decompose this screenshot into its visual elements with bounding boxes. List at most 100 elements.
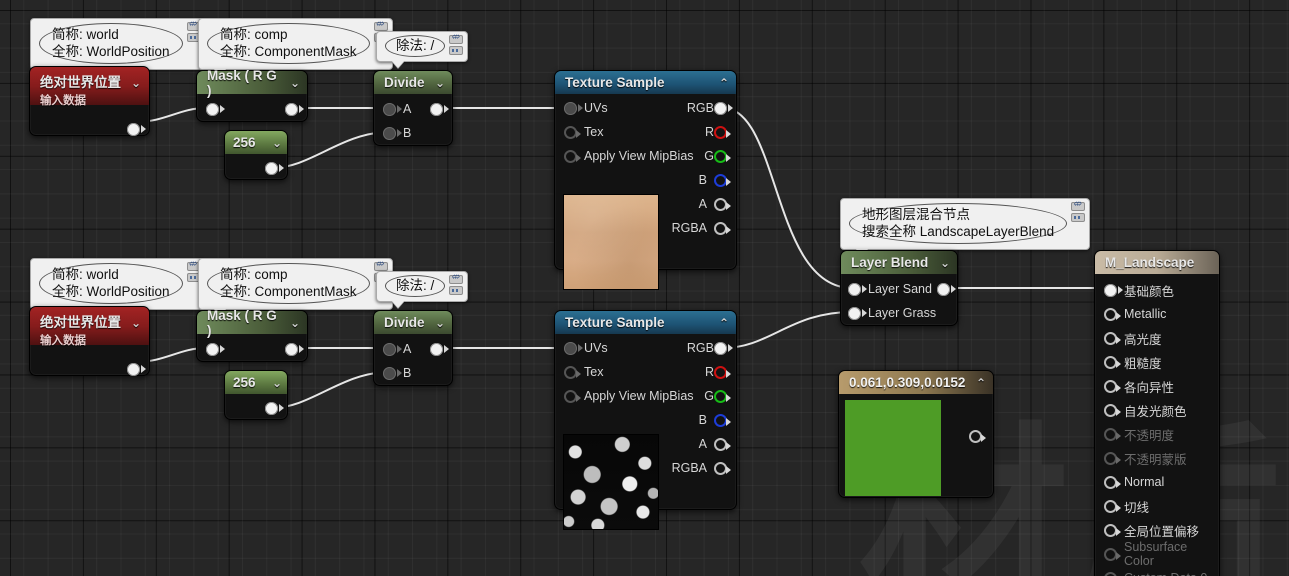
output-pin[interactable] [265, 161, 284, 175]
node-header[interactable]: 256 ⌄ [225, 131, 287, 154]
input-pin-uvs[interactable] [564, 341, 583, 355]
node-absolute-world-position-1[interactable]: 绝对世界位置 输入数据 ⌄ [29, 66, 150, 136]
node-constant3vector-green[interactable]: 0.061,0.309,0.0152 ⌃ [838, 370, 994, 498]
keyboard-icon[interactable] [1071, 213, 1086, 222]
output-pin-r[interactable] [714, 365, 731, 379]
material-input-pin[interactable] [1104, 547, 1121, 561]
input-pin-layer-grass[interactable] [848, 306, 867, 320]
output-pin-g[interactable] [714, 149, 731, 163]
node-layer-blend[interactable]: Layer Blend ⌄ Layer Sand Layer Grass [840, 250, 958, 326]
resize-icon[interactable] [449, 32, 464, 44]
input-pin-b[interactable] [383, 126, 402, 140]
chevron-down-icon[interactable]: ⌄ [435, 316, 445, 330]
chevron-down-icon[interactable]: ⌄ [435, 76, 445, 90]
resize-icon[interactable] [1071, 199, 1086, 211]
resize-icon[interactable] [373, 19, 388, 31]
chevron-down-icon[interactable]: ⌄ [290, 316, 300, 330]
material-input-pin[interactable] [1104, 451, 1121, 465]
output-pin[interactable] [127, 362, 146, 376]
material-graph-canvas[interactable]: 材质 简称: world 全称: WorldPosition ⤄ 简称: com… [0, 0, 1289, 576]
node-header[interactable]: 绝对世界位置 输入数据 ⌄ [30, 67, 149, 107]
node-header[interactable]: 0.061,0.309,0.0152 ⌃ [839, 371, 993, 394]
node-header[interactable]: M_Landscape [1095, 251, 1219, 274]
node-header[interactable]: Layer Blend ⌄ [841, 251, 957, 274]
material-input-pin[interactable] [1104, 571, 1121, 576]
node-texture-sample-2[interactable]: Texture Sample ⌃ UVs RGB Tex R Apply Vie… [554, 310, 737, 530]
output-pin-rgb[interactable] [714, 341, 733, 355]
output-pin[interactable] [285, 342, 304, 356]
chevron-down-icon[interactable]: ⌄ [272, 136, 282, 150]
input-pin-mipbias[interactable] [564, 389, 581, 403]
output-pin[interactable] [127, 122, 146, 136]
output-pin-b[interactable] [714, 413, 731, 427]
material-input-pin[interactable] [1104, 355, 1121, 369]
chevron-down-icon[interactable]: ⌄ [272, 376, 282, 390]
output-pin-a[interactable] [714, 197, 731, 211]
output-pin-b[interactable] [714, 173, 731, 187]
material-input-pin[interactable] [1104, 283, 1123, 297]
output-pin-r[interactable] [714, 125, 731, 139]
material-input-pin[interactable] [1104, 379, 1121, 393]
resize-icon[interactable] [373, 259, 388, 271]
output-pin-g[interactable] [714, 389, 731, 403]
input-pin-layer-sand[interactable] [848, 282, 867, 296]
node-header[interactable]: Mask ( R G ) ⌄ [197, 68, 307, 98]
material-input-pin[interactable] [1104, 331, 1121, 345]
material-input-pin[interactable] [1104, 475, 1121, 489]
output-pin[interactable] [265, 401, 284, 415]
input-pin-uvs[interactable] [564, 101, 583, 115]
material-input-pin[interactable] [1104, 427, 1121, 441]
node-texture-sample-1[interactable]: Texture Sample ⌃ UVs RGB Tex R Apply Vie… [554, 70, 737, 290]
color-swatch[interactable] [845, 400, 941, 496]
node-divide-1[interactable]: Divide ⌄ A B [373, 70, 453, 146]
output-pin[interactable] [430, 102, 449, 116]
node-divide-2[interactable]: Divide ⌄ A B [373, 310, 453, 386]
output-pin[interactable] [937, 282, 956, 296]
node-component-mask-1[interactable]: Mask ( R G ) ⌄ [196, 68, 308, 122]
keyboard-icon[interactable] [449, 46, 464, 55]
keyboard-icon[interactable] [449, 286, 464, 295]
material-input-pin[interactable] [1104, 499, 1121, 513]
output-pin-rgb[interactable] [714, 101, 733, 115]
node-header[interactable]: 256 ⌄ [225, 371, 287, 394]
output-pin[interactable] [430, 342, 449, 356]
node-constant-256-2[interactable]: 256 ⌄ [224, 370, 288, 420]
material-input-pin[interactable] [1104, 523, 1121, 537]
chevron-down-icon[interactable]: ⌄ [131, 316, 141, 330]
node-material-output[interactable]: M_Landscape 基础颜色 Metallic 高光度 粗糙度 各向异性 自发光颜色不… [1094, 250, 1220, 576]
input-pin-tex[interactable] [564, 125, 581, 139]
node-header[interactable]: Texture Sample ⌃ [555, 311, 736, 334]
input-pin-a[interactable] [383, 102, 402, 116]
tooltip-icons[interactable] [1071, 199, 1086, 224]
tooltip-icons[interactable] [449, 32, 464, 57]
node-header[interactable]: Mask ( R G ) ⌄ [197, 308, 307, 338]
output-pin-rgba[interactable] [714, 221, 731, 235]
output-pin-rgba[interactable] [714, 461, 731, 475]
input-pin-mipbias[interactable] [564, 149, 581, 163]
node-absolute-world-position-2[interactable]: 绝对世界位置 输入数据 ⌄ [29, 306, 150, 376]
output-pin[interactable] [285, 102, 304, 116]
chevron-down-icon[interactable]: ⌄ [940, 256, 950, 270]
chevron-up-icon[interactable]: ⌃ [976, 376, 986, 390]
input-pin-b[interactable] [383, 366, 402, 380]
material-input-pin[interactable] [1104, 307, 1121, 321]
material-input-pin[interactable] [1104, 403, 1121, 417]
output-pin[interactable] [969, 430, 986, 443]
output-pin-a[interactable] [714, 437, 731, 451]
input-pin-tex[interactable] [564, 365, 581, 379]
node-header[interactable]: Texture Sample ⌃ [555, 71, 736, 94]
node-header[interactable]: Divide ⌄ [374, 71, 452, 94]
chevron-down-icon[interactable]: ⌄ [290, 76, 300, 90]
input-pin-a[interactable] [383, 342, 402, 356]
chevron-up-icon[interactable]: ⌃ [719, 76, 729, 90]
resize-icon[interactable] [449, 272, 464, 284]
chevron-down-icon[interactable]: ⌄ [131, 76, 141, 90]
node-header[interactable]: Divide ⌄ [374, 311, 452, 334]
chevron-up-icon[interactable]: ⌃ [719, 316, 729, 330]
node-constant-256-1[interactable]: 256 ⌄ [224, 130, 288, 180]
node-header[interactable]: 绝对世界位置 输入数据 ⌄ [30, 307, 149, 347]
node-component-mask-2[interactable]: Mask ( R G ) ⌄ [196, 308, 308, 362]
tooltip-icons[interactable] [449, 272, 464, 297]
input-pin[interactable] [206, 342, 225, 356]
input-pin[interactable] [206, 102, 225, 116]
